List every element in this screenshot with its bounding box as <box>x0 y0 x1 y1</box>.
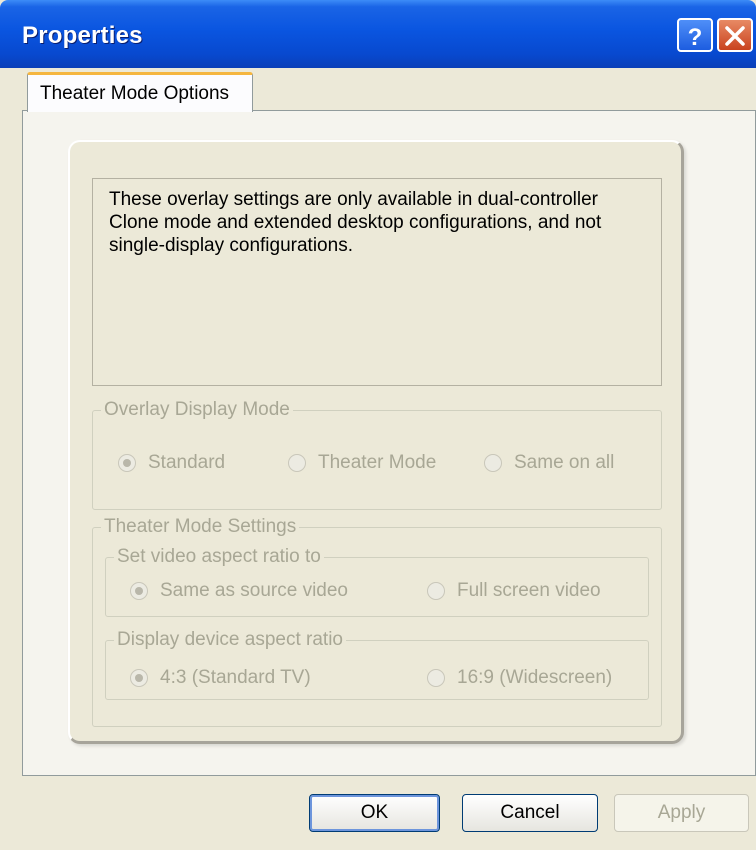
radio-full-screen-circle[interactable] <box>427 582 445 600</box>
ok-button[interactable]: OK <box>309 794 440 832</box>
radio-same-as-source[interactable]: Same as source video <box>130 580 348 602</box>
info-text: These overlay settings are only availabl… <box>109 189 602 256</box>
help-question-icon: ? <box>688 24 703 49</box>
theater-mode-settings-legend: Theater Mode Settings <box>101 516 300 538</box>
radio-16-9-label: 16:9 (Widescreen) <box>457 667 613 688</box>
info-box: These overlay settings are only availabl… <box>92 178 662 386</box>
radio-same-on-all-label: Same on all <box>514 452 615 473</box>
radio-4-3-circle[interactable] <box>130 669 148 687</box>
cancel-button[interactable]: Cancel <box>462 794 598 832</box>
radio-same-on-all[interactable]: Same on all <box>484 452 614 474</box>
close-button[interactable] <box>717 18 753 52</box>
device-aspect-ratio-legend: Display device aspect ratio <box>114 629 346 651</box>
tab-theater-mode-options[interactable]: Theater Mode Options <box>27 72 253 112</box>
radio-theater-mode[interactable]: Theater Mode <box>288 452 436 474</box>
radio-theater-mode-circle[interactable] <box>288 454 306 472</box>
overlay-display-mode-legend: Overlay Display Mode <box>101 399 293 421</box>
radio-4-3[interactable]: 4:3 (Standard TV) <box>130 667 311 689</box>
radio-4-3-label: 4:3 (Standard TV) <box>160 667 311 688</box>
radio-same-as-source-circle[interactable] <box>130 582 148 600</box>
radio-16-9-circle[interactable] <box>427 669 445 687</box>
radio-16-9[interactable]: 16:9 (Widescreen) <box>427 667 612 689</box>
radio-same-on-all-circle[interactable] <box>484 454 502 472</box>
tab-label: Theater Mode Options <box>40 83 230 104</box>
radio-standard[interactable]: Standard <box>118 452 225 474</box>
apply-button[interactable]: Apply <box>614 794 749 832</box>
video-aspect-ratio-legend: Set video aspect ratio to <box>114 546 324 568</box>
title-bar[interactable]: Properties ? <box>0 0 756 68</box>
radio-standard-circle[interactable] <box>118 454 136 472</box>
window-title: Properties <box>22 22 143 49</box>
radio-full-screen[interactable]: Full screen video <box>427 580 601 602</box>
radio-standard-label: Standard <box>148 452 226 473</box>
radio-full-screen-label: Full screen video <box>457 580 601 601</box>
help-button[interactable]: ? <box>677 18 713 52</box>
radio-theater-mode-label: Theater Mode <box>318 452 437 473</box>
svg-text:?: ? <box>688 24 703 49</box>
close-x-icon <box>725 26 745 46</box>
radio-same-as-source-label: Same as source video <box>160 580 348 601</box>
